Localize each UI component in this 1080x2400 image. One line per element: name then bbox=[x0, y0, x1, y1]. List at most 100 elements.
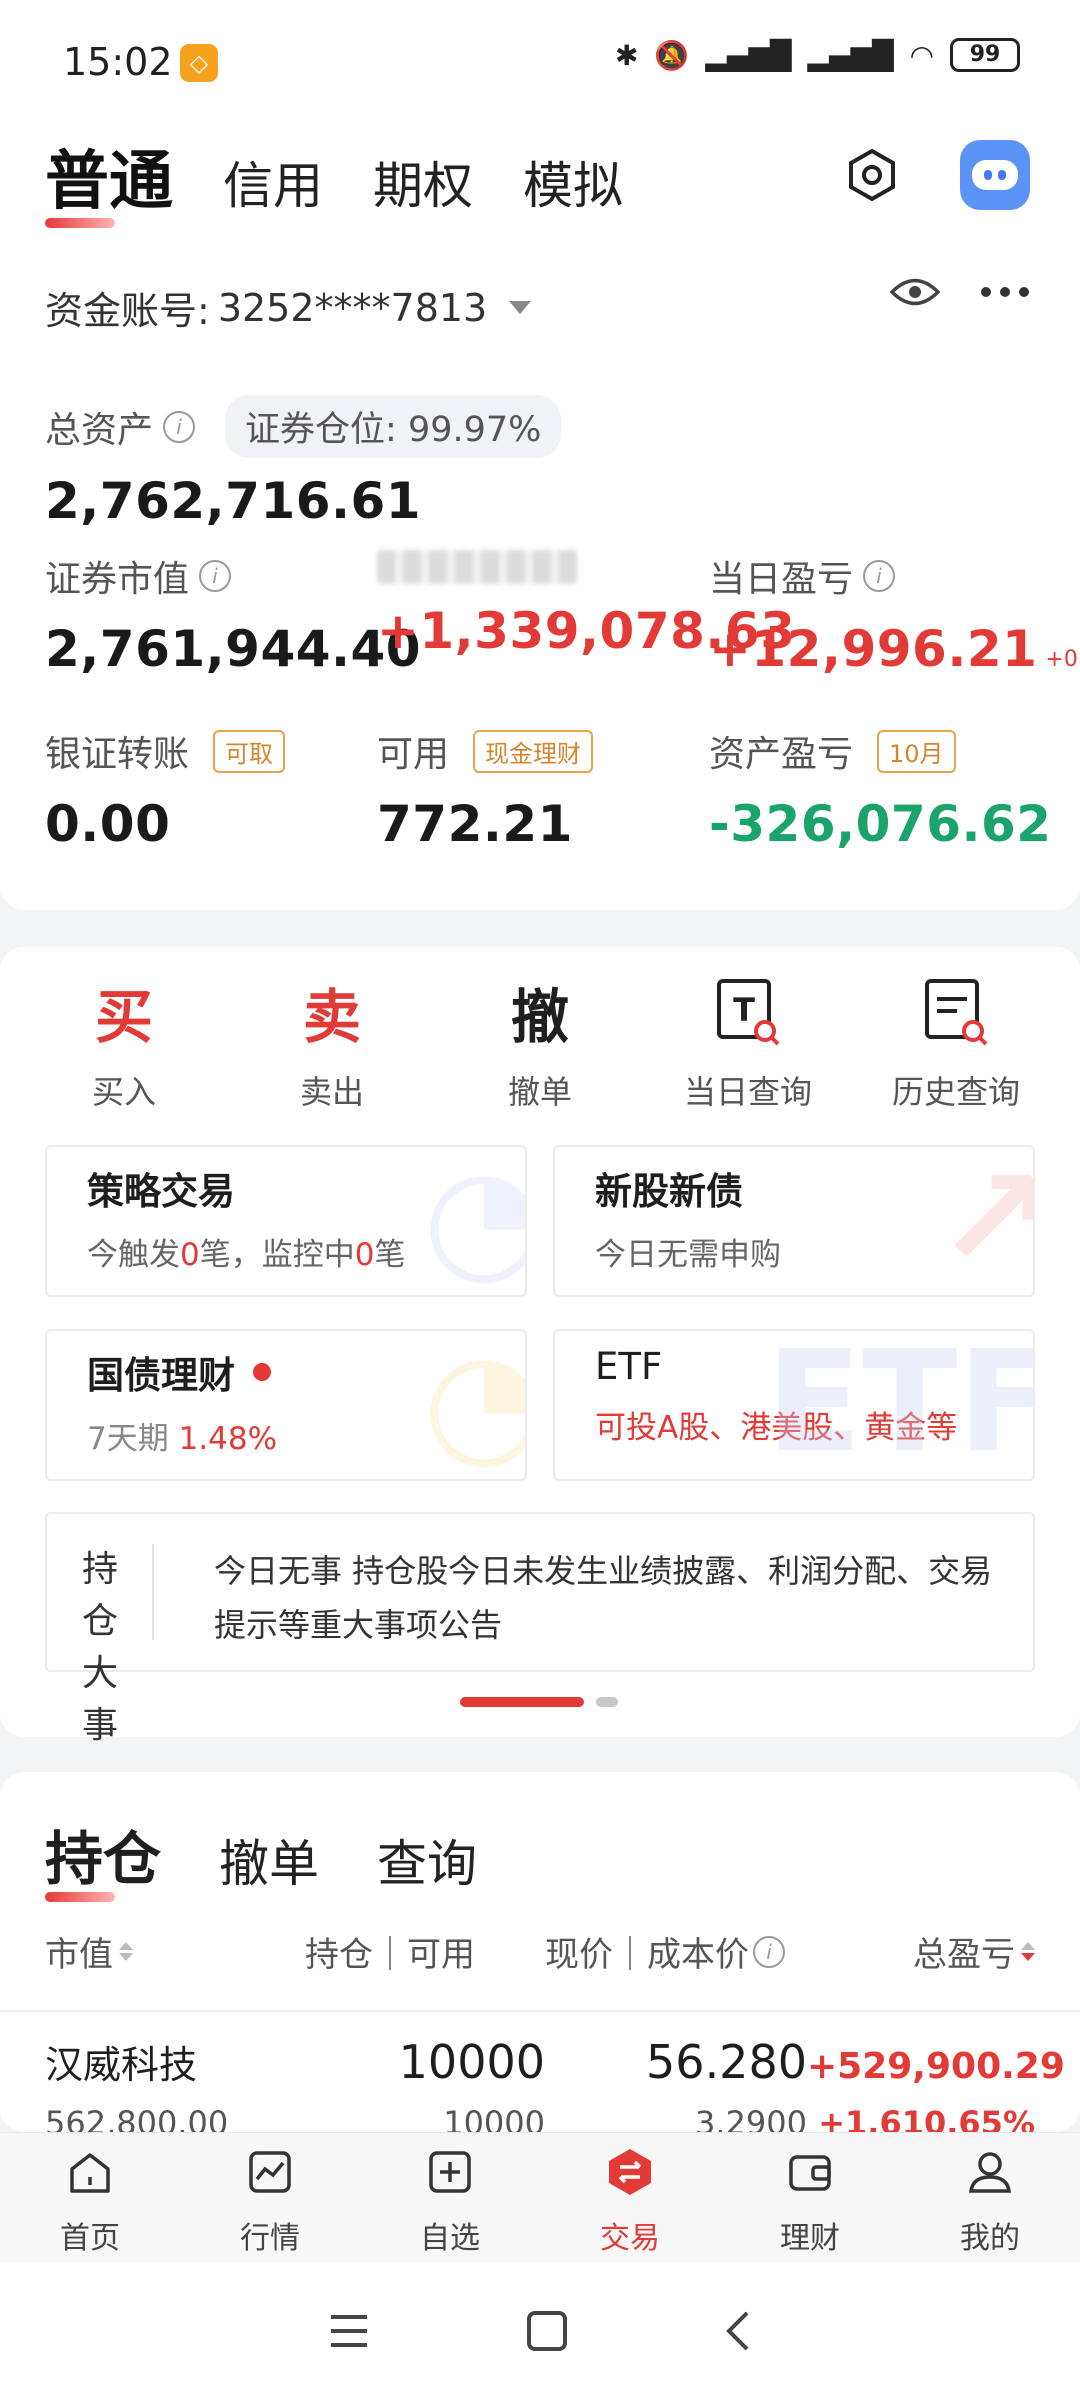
sell-button[interactable]: 卖 卖出 bbox=[237, 977, 427, 1113]
mute-icon: 🔕 bbox=[654, 38, 690, 72]
nav-me[interactable]: 我的 bbox=[910, 2133, 1070, 2262]
page-dot bbox=[596, 1697, 618, 1707]
total-assets: 总资产 i 证券仓位: 99.97% 2,762,716.61 bbox=[45, 395, 562, 530]
home-square-icon[interactable] bbox=[525, 2309, 569, 2353]
summary-row-2: 银证转账 可取 0.00 可用 现金理财 772.21 资产盈亏 10月 -32… bbox=[45, 725, 1051, 853]
history-query-label: 历史查询 bbox=[891, 1073, 1020, 1111]
quick-actions: 买 买入 卖 卖出 撤 撤单 T 当日查询 历史查询 bbox=[0, 977, 1080, 1113]
card-title: 新股新债 bbox=[595, 1170, 743, 1213]
card-title: 国债理财 bbox=[87, 1354, 235, 1397]
etf-card[interactable]: ETF ETF 可投A股、港美股、黄金等 bbox=[553, 1329, 1035, 1481]
transfer-block[interactable]: 银证转账 可取 0.00 bbox=[45, 725, 377, 853]
total-assets-value: 2,762,716.61 bbox=[45, 472, 422, 530]
account-type-tabs: 普通 信用 期权 模拟 bbox=[45, 130, 623, 228]
settings-icon[interactable] bbox=[844, 147, 900, 203]
carousel-indicator bbox=[460, 1697, 618, 1707]
current-price: 56.280 bbox=[646, 2035, 807, 2089]
available-block[interactable]: 可用 现金理财 772.21 bbox=[377, 725, 709, 853]
status-icons: ✱ 🔕 ▂▄▆█ ▂▄▆█ ◠ 99 bbox=[615, 38, 1020, 72]
etf-watermark: ETF bbox=[766, 1329, 1035, 1481]
strategy-trading-card[interactable]: ◔ 策略交易 今触发0笔，监控中0笔 bbox=[45, 1145, 527, 1297]
app-notification-icon: ◇ bbox=[180, 44, 218, 82]
position-qty: 10000 bbox=[398, 2035, 545, 2089]
home-icon bbox=[70, 2153, 110, 2193]
notification-dot bbox=[253, 1363, 271, 1381]
tab-query[interactable]: 查询 bbox=[377, 1824, 477, 1896]
signal-icon: ▂▄▆█ bbox=[705, 38, 792, 72]
nav-market[interactable]: 行情 bbox=[190, 2133, 350, 2262]
tab-holdings[interactable]: 持仓 bbox=[45, 1812, 161, 1902]
available-label: 可用 bbox=[377, 734, 450, 775]
bluetooth-icon: ✱ bbox=[614, 38, 639, 72]
holdings-tabs: 持仓 撤单 查询 bbox=[45, 1812, 477, 1902]
back-icon[interactable] bbox=[723, 2309, 753, 2353]
chart-icon bbox=[249, 2151, 291, 2193]
trend-watermark-icon: ↗ bbox=[936, 1147, 1033, 1295]
transfer-label: 银证转账 bbox=[45, 734, 190, 775]
info-icon[interactable]: i bbox=[863, 560, 896, 592]
stock-name: 汉威科技 bbox=[45, 2043, 198, 2087]
daily-pl-label: 当日盈亏 bbox=[709, 559, 854, 600]
document-search-icon: T bbox=[653, 977, 843, 1057]
clock: 15:02 bbox=[63, 40, 173, 84]
asset-pl-block[interactable]: 资产盈亏 10月 -326,076.62 bbox=[709, 725, 1051, 853]
ipo-card[interactable]: ↗ 新股新债 今日无需申购 bbox=[553, 1145, 1035, 1297]
tab-cancel[interactable]: 撤单 bbox=[219, 1824, 319, 1896]
battery-icon: 99 bbox=[950, 38, 1020, 72]
eye-icon[interactable] bbox=[890, 275, 940, 309]
card-subtitle: 今日无需申购 bbox=[595, 1237, 781, 1273]
treasury-card[interactable]: ◔ 国债理财 7天期 1.48% bbox=[45, 1329, 527, 1481]
market-value: 2,761,944.40 bbox=[45, 620, 422, 678]
trade-panel: 买 买入 卖 卖出 撤 撤单 T 当日查询 历史查询 ◔ 策略交易 今触发0笔，… bbox=[0, 947, 1080, 1746]
signal-icon-2: ▂▄▆█ bbox=[807, 38, 894, 72]
info-icon[interactable]: i bbox=[199, 560, 232, 592]
tab-simulated[interactable]: 模拟 bbox=[523, 146, 623, 222]
tab-options[interactable]: 期权 bbox=[373, 146, 473, 222]
table-row[interactable]: 汉威科技 10000 56.280 +529,900.29 bbox=[45, 2034, 1065, 2089]
buy-label: 买入 bbox=[91, 1073, 156, 1111]
floating-pl-value: +1,339,078.63 bbox=[377, 602, 796, 660]
sell-label: 卖出 bbox=[299, 1073, 364, 1111]
nav-trade[interactable]: 交易 bbox=[550, 2133, 710, 2262]
nav-home[interactable]: 首页 bbox=[10, 2133, 170, 2262]
holding-events-notice[interactable]: 持仓大事 今日无事 持仓股今日未发生业绩披露、利润分配、交易提示等重大事项公告 bbox=[45, 1512, 1035, 1746]
wallet-icon bbox=[789, 2155, 831, 2191]
market-value-label: 证券市值 bbox=[45, 559, 190, 600]
tab-normal[interactable]: 普通 bbox=[45, 130, 173, 228]
page-dot-active bbox=[460, 1697, 584, 1707]
divider bbox=[0, 2010, 1080, 2012]
trade-icon bbox=[609, 2149, 651, 2195]
today-query-button[interactable]: T 当日查询 bbox=[653, 977, 843, 1113]
buy-button[interactable]: 买 买入 bbox=[29, 977, 219, 1113]
nav-watchlist[interactable]: 自选 bbox=[370, 2133, 530, 2262]
menu-icon[interactable] bbox=[327, 2311, 371, 2351]
account-selector[interactable]: 资金账号: 3252****7813 bbox=[45, 280, 532, 335]
col-market-value[interactable]: 市值 bbox=[45, 1927, 305, 1976]
more-icon[interactable] bbox=[980, 285, 1030, 299]
total-pl: +529,900.29 bbox=[807, 2046, 1065, 2087]
nav-wealth[interactable]: 理财 bbox=[730, 2133, 890, 2262]
info-icon[interactable]: i bbox=[753, 1935, 785, 1968]
month-tag[interactable]: 10月 bbox=[877, 729, 956, 773]
tab-credit[interactable]: 信用 bbox=[223, 146, 323, 222]
holdings-section: 持仓 撤单 查询 市值 持仓｜可用 现价｜成本价 i 总盈亏 汉威科技 1000… bbox=[0, 1772, 1080, 2142]
available-value: 772.21 bbox=[377, 795, 573, 853]
col-total-pl[interactable]: 总盈亏 bbox=[795, 1927, 1035, 1976]
notice-body: 今日无事 持仓股今日未发生业绩披露、利润分配、交易提示等重大事项公告 bbox=[214, 1552, 993, 1644]
daily-pl-pct: +0.47% bbox=[1045, 647, 1080, 672]
info-icon[interactable]: i bbox=[163, 410, 196, 443]
obscured-label bbox=[377, 550, 577, 584]
assistant-robot-icon[interactable] bbox=[960, 140, 1030, 210]
today-query-label: 当日查询 bbox=[683, 1073, 812, 1111]
cancel-order-button[interactable]: 撤 撤单 bbox=[445, 977, 635, 1113]
buy-icon: 买 bbox=[94, 983, 153, 1051]
notice-heading: 持仓大事 bbox=[82, 1544, 154, 1746]
history-query-button[interactable]: 历史查询 bbox=[861, 977, 1051, 1113]
cash-management-tag[interactable]: 现金理财 bbox=[473, 729, 594, 773]
sort-icon bbox=[1021, 1942, 1035, 1961]
status-bar: 15:02 ◇ ✱ 🔕 ▂▄▆█ ▂▄▆█ ◠ 99 bbox=[0, 0, 1080, 120]
position-ratio-badge: 证券仓位: 99.97% bbox=[225, 395, 562, 458]
transfer-value: 0.00 bbox=[45, 795, 171, 853]
col-position: 持仓｜可用 bbox=[305, 1935, 475, 1975]
summary-row-1: 证券市值 i 2,761,944.40 +1,339,078.63 当日盈亏 i… bbox=[45, 550, 1080, 678]
